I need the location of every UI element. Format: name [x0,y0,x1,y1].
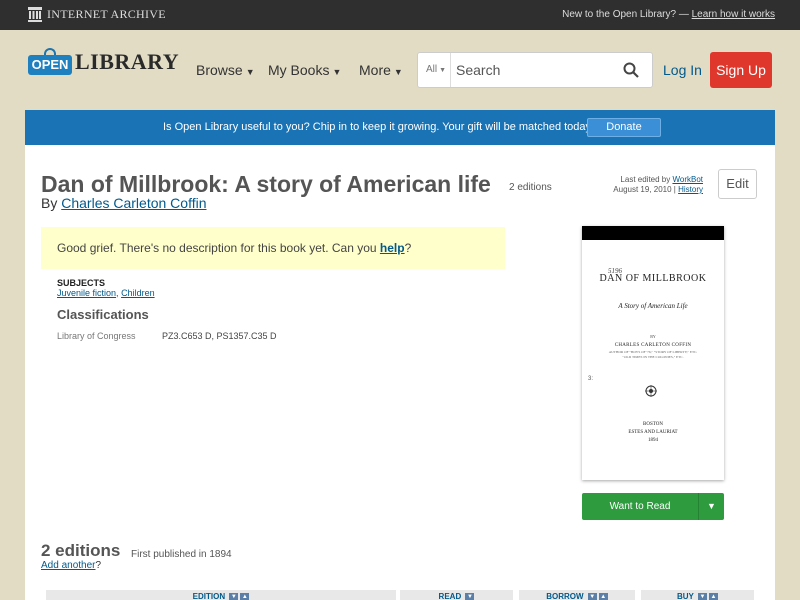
add-another-suffix: ? [95,560,102,571]
classification-scheme: Library of Congress [57,331,136,341]
search-scope-select[interactable]: All ▼ [418,53,451,87]
sort-down-icon[interactable]: ▼ [697,592,707,600]
byline-prefix: By [41,195,58,211]
logo-library-text: LIBRARY [75,49,180,74]
byline: By Charles Carleton Coffin [41,195,207,211]
last-edited-label: Last edited by [620,175,671,184]
work-title: Dan of Millbrook: A story of American li… [41,171,491,197]
caret-down-icon: ▼ [393,67,403,77]
caret-down-icon: ▼ [245,67,255,77]
classifications-heading: Classifications [57,307,149,322]
archive-building-icon [28,7,42,22]
first-published: First published in 1894 [131,549,232,560]
no-description-notice: Good grief. There's no description for t… [41,227,505,269]
no-description-text: Good grief. There's no description for t… [57,241,377,255]
search-scope-value: All [426,64,438,75]
subjects-heading: SUBJECTS [57,278,106,288]
cover-margin-mark: 3: [588,376,594,382]
nav-more[interactable]: More ▼ [359,62,403,78]
login-link[interactable]: Log In [663,62,702,78]
want-to-read-label[interactable]: Want to Read [582,493,698,520]
learn-how-link[interactable]: Learn how it works [692,9,775,20]
subject-link[interactable]: Children [121,288,155,298]
cover-author-works-2: "OLD TIMES IN THE COLONIES," ETC. [622,355,684,359]
nav-browse-label: Browse [196,62,243,78]
donation-banner: Is Open Library useful to you? Chip in t… [25,110,775,145]
nav-more-label: More [359,62,391,78]
cover-subtitle: A Story of American Life [618,302,688,310]
internet-archive-bar: Internet Archive New to the Open Library… [0,0,800,30]
editions-column-borrow[interactable]: BORROW ▼ ▲ [519,590,635,600]
logo-open-text: OPEN [28,55,72,75]
sort-up-icon[interactable]: ▲ [708,592,718,600]
last-edited-info: Last edited by WorkBot August 19, 2010 |… [613,175,703,194]
column-label: BORROW [546,592,584,600]
signup-button[interactable]: Sign Up [710,52,772,88]
subject-link[interactable]: Juvenile fiction [57,288,116,298]
classification-value: PZ3.C653 D, PS1357.C35 D [162,331,277,341]
nav-browse[interactable]: Browse ▼ [196,62,255,78]
help-link[interactable]: help [380,241,405,255]
cover-author: CHARLES CARLETON COFFIN [614,343,692,348]
subjects-list: Juvenile fiction, Children [57,288,155,298]
want-to-read-button: Want to Read ▼ [582,493,724,520]
cover-publisher: ESTES AND LAURIAT [628,430,678,435]
search-icon[interactable] [623,62,639,78]
search-input[interactable] [456,60,616,80]
cover-year: 1894 [648,438,658,443]
history-link[interactable]: History [678,185,703,194]
donation-banner-text: Is Open Library useful to you? Chip in t… [163,121,595,133]
column-label: READ [438,592,462,600]
book-cover[interactable]: 5196 DAN OF MILLBROOK A Story of America… [582,226,724,480]
editions-column-edition[interactable]: EDITION ▼ ▲ [46,590,396,600]
sort-down-icon[interactable]: ▼ [465,592,475,600]
open-library-logo[interactable]: OPEN LIBRARY [28,48,179,76]
last-edited-user-link[interactable]: WorkBot [672,175,703,184]
edit-button[interactable]: Edit [718,169,757,199]
nav-my-books[interactable]: My Books ▼ [268,62,341,78]
work-content: Dan of Millbrook: A story of American li… [25,145,775,600]
internet-archive-text: Internet Archive [47,7,166,21]
editions-heading: 2 editions [41,541,121,560]
new-user-prompt: New to the Open Library? — Learn how it … [562,9,775,20]
add-another-link[interactable]: Add another [41,560,96,571]
caret-down-icon: ▼ [707,501,716,511]
editions-column-buy[interactable]: BUY ▼ ▲ [641,590,754,600]
cover-title: DAN OF MILLBROOK [599,273,707,284]
caret-down-icon: ▼ [439,67,447,74]
caret-down-icon: ▼ [332,67,342,77]
new-user-text: New to the Open Library? — [562,9,689,20]
sort-down-icon[interactable]: ▼ [229,592,239,600]
site-header: OPEN LIBRARY Browse ▼ My Books ▼ More ▼ All… [0,30,800,110]
edition-count: 2 editions [509,182,552,193]
author-link[interactable]: Charles Carleton Coffin [61,195,206,211]
sort-up-icon[interactable]: ▲ [598,592,608,600]
column-label: EDITION [192,592,226,600]
open-sign-icon: OPEN [28,48,72,76]
add-edition: Add another? [41,560,101,571]
sort-down-icon[interactable]: ▼ [587,592,597,600]
sort-up-icon[interactable]: ▲ [240,592,250,600]
help-suffix: ? [404,241,412,255]
column-label: BUY [677,592,694,600]
internet-archive-logo[interactable]: Internet Archive [28,7,166,22]
cover-scan-edge [582,226,724,240]
last-edited-date: August 19, 2010 [613,185,672,194]
cover-place: BOSTON [643,422,663,427]
reading-status-dropdown[interactable]: ▼ [698,493,724,520]
nav-my-books-label: My Books [268,62,330,78]
ornament-icon [645,385,657,397]
cover-by: BY [650,334,656,339]
editions-column-read[interactable]: READ ▼ [400,590,513,600]
donate-button[interactable]: Donate [587,118,661,137]
cover-author-works: AUTHOR OF "BOYS OF '76," "STORY OF LIBER… [608,350,698,354]
search-box: All ▼ [417,52,653,88]
